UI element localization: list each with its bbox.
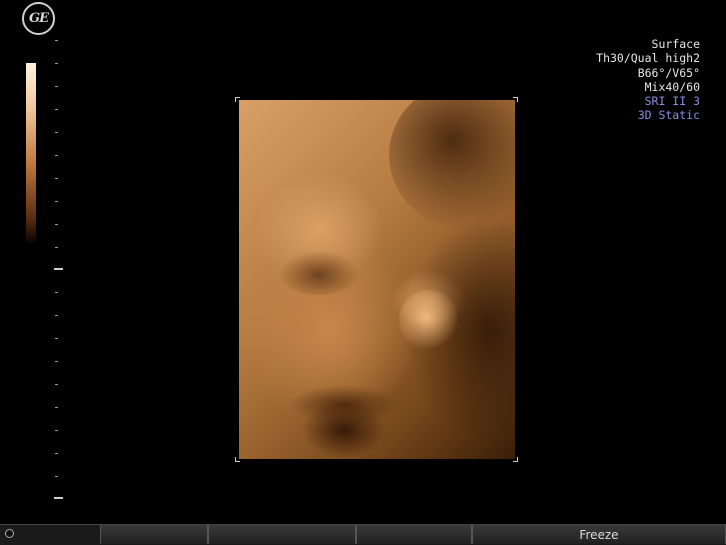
render-eye-region [279,250,359,295]
scale-tick-major [54,268,63,270]
param-mode: Surface [651,37,700,51]
scale-tick-major [54,497,63,499]
scale-tick [55,430,58,431]
scale-tick [55,292,58,293]
scale-tick [55,247,58,248]
param-threshold-quality: Th30/Qual high2 [596,51,700,66]
scale-tick [55,224,58,225]
softkey-1[interactable] [100,525,208,544]
scale-tick [55,361,58,362]
softkey-3[interactable] [356,525,472,544]
status-dot-icon [5,529,14,538]
render-shadow-region [389,100,515,230]
3d-render-view[interactable] [239,100,515,459]
scale-tick [55,109,58,110]
render-mouth-region [289,385,399,425]
scale-tick [55,315,58,316]
color-map-bar [26,63,36,245]
scale-tick [55,63,58,64]
scale-tick [55,407,58,408]
scale-tick [55,338,58,339]
param-render-mode: 3D Static [637,108,700,123]
scale-tick [55,178,58,179]
param-mix: Mix40/60 [644,79,700,94]
freeze-button[interactable]: Freeze [472,525,726,544]
scale-tick [55,201,58,202]
imaging-parameters: Surface Th30/Qual high2 B66°/V65° Mix40/… [596,37,700,123]
scale-tick [55,86,58,87]
scale-tick [55,155,58,156]
freeze-label: Freeze [579,527,619,542]
render-nose-region [399,290,459,350]
param-sri: SRI II 3 [644,94,700,109]
scale-tick [55,132,58,133]
scale-tick [55,453,58,454]
param-angles: B66°/V65° [637,65,700,80]
softkey-2[interactable] [208,525,356,544]
scale-tick [55,384,58,385]
scale-tick [55,476,58,477]
scale-tick [55,40,58,41]
